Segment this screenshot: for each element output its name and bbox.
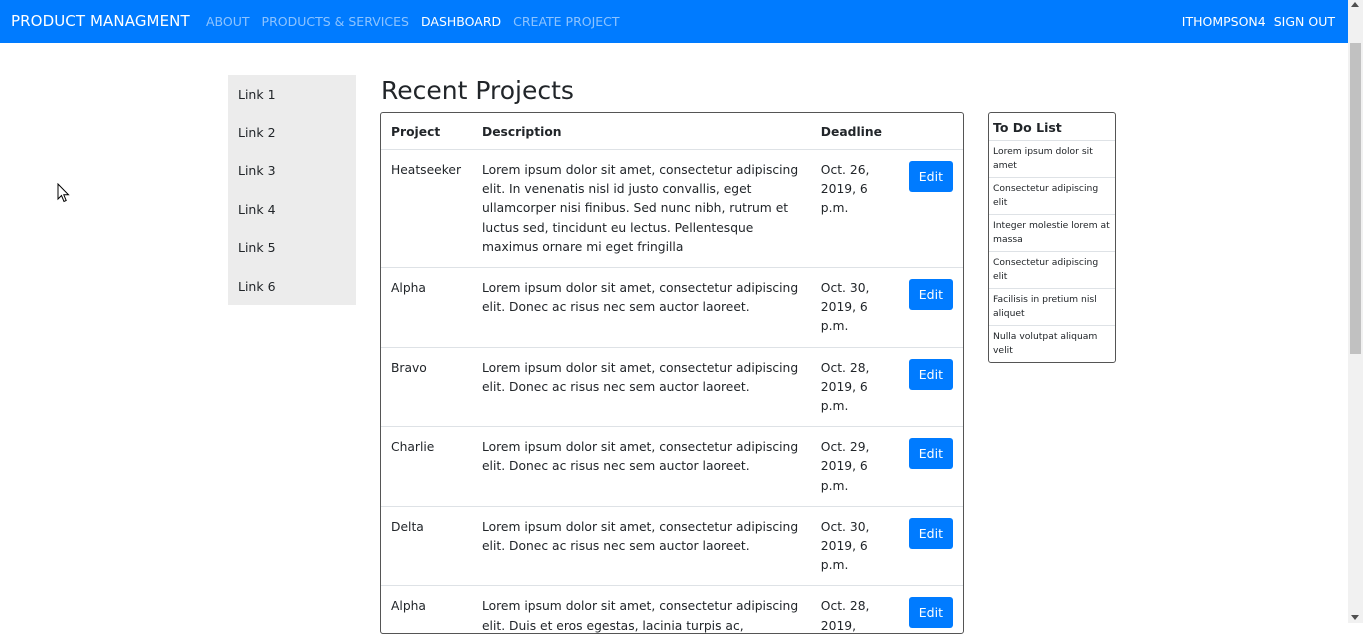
cell-deadline: Oct. 30, 2019, 6 p.m. (810, 505, 899, 586)
cell-deadline: Oct. 29, 2019, 6 p.m. (810, 426, 899, 507)
scroll-down-arrow-icon[interactable] (1351, 615, 1359, 620)
vertical-scrollbar[interactable] (1348, 0, 1363, 623)
table-row: Bravo Lorem ipsum dolor sit amet, consec… (381, 346, 963, 427)
column-header-project: Project (391, 125, 441, 139)
cell-project: Heatseeker (381, 148, 472, 268)
edit-button[interactable]: Edit (908, 279, 953, 311)
edit-button[interactable]: Edit (908, 358, 953, 390)
sidebar-item-link-2[interactable]: Link 2 (228, 113, 356, 151)
cell-description: Lorem ipsum dolor sit amet, consectetur … (471, 585, 811, 633)
edit-button[interactable]: Edit (908, 597, 953, 629)
mouse-cursor-icon (57, 183, 70, 203)
sidebar-item-link-4[interactable]: Link 4 (228, 190, 356, 228)
todo-item: Facilisis in pretium nisl aliquet (989, 288, 1115, 325)
nav-link-products-services[interactable]: PRODUCTS & SERVICES (262, 14, 409, 29)
column-header-description: Description (481, 125, 562, 139)
cell-actions: Edit (898, 267, 963, 348)
sidebar-item-link-1[interactable]: Link 1 (228, 75, 356, 113)
nav-user-area: ITHOMPSON4 SIGN OUT (1182, 14, 1335, 29)
table-row: Alpha Lorem ipsum dolor sit amet, consec… (381, 585, 963, 633)
todo-item: Consectetur adipiscing elit (989, 251, 1115, 288)
user-link[interactable]: ITHOMPSON4 (1182, 14, 1266, 29)
edit-button[interactable]: Edit (908, 161, 953, 192)
scroll-up-arrow-icon[interactable] (1351, 2, 1359, 7)
column-header-actions (899, 113, 963, 150)
nav-link-dashboard[interactable]: DASHBOARD (421, 14, 501, 29)
table-row: Delta Lorem ipsum dolor sit amet, consec… (381, 505, 963, 586)
scrollbar-thumb[interactable] (1350, 43, 1361, 354)
cell-description: Lorem ipsum dolor sit amet, consectetur … (471, 267, 811, 348)
nav-link-create-project[interactable]: CREATE PROJECT (513, 14, 619, 29)
nav-links: ABOUT PRODUCTS & SERVICES DASHBOARD CREA… (206, 14, 620, 29)
cell-project: Bravo (381, 346, 472, 427)
cell-deadline: Oct. 28, 2019, 6 p.m. (810, 346, 899, 427)
page-title: Recent Projects (381, 76, 574, 105)
sign-out-link[interactable]: SIGN OUT (1274, 14, 1335, 29)
cell-deadline: Oct. 30, 2019, 6 p.m. (810, 267, 899, 348)
cell-project: Alpha (381, 267, 472, 348)
cell-project: Charlie (381, 426, 472, 507)
edit-button[interactable]: Edit (908, 517, 953, 549)
cell-project: Alpha (381, 585, 472, 633)
cell-description: Lorem ipsum dolor sit amet, consectetur … (471, 505, 811, 586)
todo-item: Integer molestie lorem at massa (989, 214, 1115, 251)
table-row: Charlie Lorem ipsum dolor sit amet, cons… (381, 426, 963, 507)
column-header-deadline: Deadline (820, 125, 882, 139)
todo-item: Lorem ipsum dolor sit amet (989, 140, 1115, 177)
todo-item: Nulla volutpat aliquam velit (989, 325, 1115, 362)
brand-link[interactable]: PRODUCT MANAGMENT (11, 12, 190, 30)
cell-deadline: Oct. 26, 2019, 6 p.m. (810, 148, 899, 268)
cell-actions: Edit (898, 426, 963, 507)
cell-description: Lorem ipsum dolor sit amet, consectetur … (471, 148, 811, 268)
cell-description: Lorem ipsum dolor sit amet, consectetur … (471, 426, 811, 507)
nav-link-about[interactable]: ABOUT (206, 14, 250, 29)
todo-list-card: To Do List Lorem ipsum dolor sit amet Co… (988, 112, 1116, 363)
sidebar-item-link-5[interactable]: Link 5 (228, 229, 356, 267)
sidebar-item-link-6[interactable]: Link 6 (228, 267, 356, 305)
projects-table: Project Description Deadline Heatseeker … (381, 113, 963, 633)
edit-button[interactable]: Edit (908, 438, 953, 470)
top-navbar: PRODUCT MANAGMENT ABOUT PRODUCTS & SERVI… (0, 0, 1348, 43)
todo-list-title: To Do List (993, 120, 1062, 135)
table-row: Heatseeker Lorem ipsum dolor sit amet, c… (381, 148, 963, 268)
cell-actions: Edit (898, 148, 963, 268)
cell-actions: Edit (898, 585, 963, 633)
cell-deadline: Oct. 28, 2019, noon (810, 585, 899, 633)
cell-project: Delta (381, 505, 472, 586)
table-header-row: Project Description Deadline (381, 113, 963, 150)
cell-actions: Edit (898, 505, 963, 586)
sidebar-item-link-3[interactable]: Link 3 (228, 152, 356, 190)
sidebar: Link 1 Link 2 Link 3 Link 4 Link 5 Link … (228, 75, 356, 305)
todo-item: Consectetur adipiscing elit (989, 177, 1115, 214)
table-row: Alpha Lorem ipsum dolor sit amet, consec… (381, 267, 963, 348)
projects-table-card: Project Description Deadline Heatseeker … (380, 112, 964, 634)
cell-description: Lorem ipsum dolor sit amet, consectetur … (471, 346, 811, 427)
cell-actions: Edit (898, 346, 963, 427)
